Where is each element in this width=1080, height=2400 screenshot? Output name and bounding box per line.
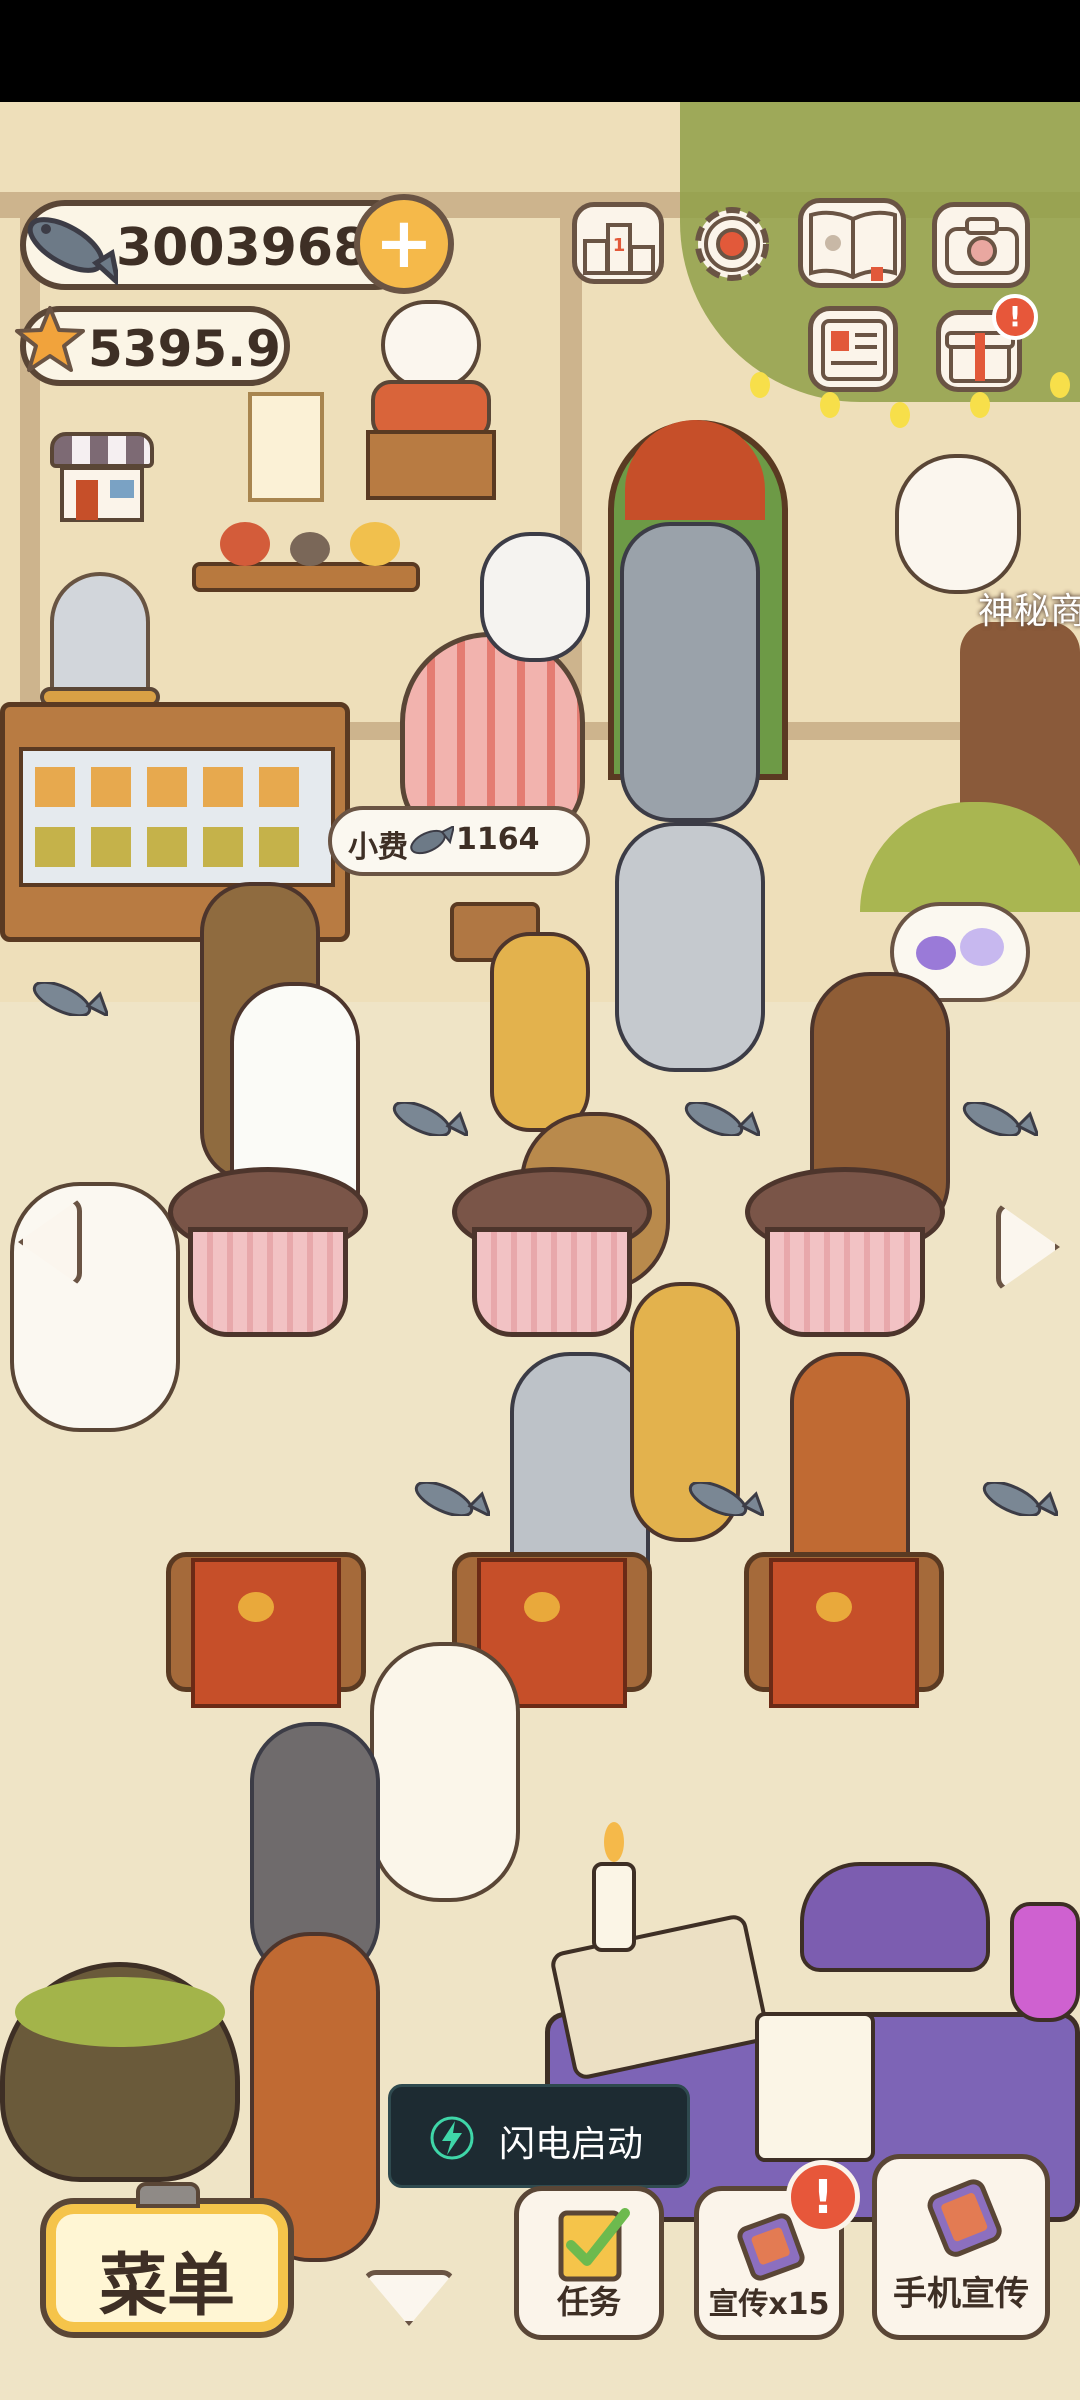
newspaper-button[interactable] xyxy=(808,306,898,392)
tip-fish[interactable] xyxy=(410,1482,490,1516)
tip-fish[interactable] xyxy=(978,1482,1058,1516)
exclamation-icon: ! xyxy=(1008,300,1022,333)
top-black-bar xyxy=(0,0,1080,102)
phone-promotion-button[interactable]: 手机宣传 xyxy=(872,2154,1050,2340)
chef-cat[interactable] xyxy=(370,1642,520,1902)
tree-cat[interactable] xyxy=(895,454,1021,594)
ranking-button[interactable]: 1 xyxy=(572,202,664,284)
waiting-animal-hyena[interactable] xyxy=(490,932,590,1132)
lucky-cat-statue xyxy=(366,300,496,500)
cafe-table-1[interactable] xyxy=(168,1167,368,1347)
star-icon xyxy=(15,306,85,372)
cafe-table-2[interactable] xyxy=(452,1167,652,1347)
daruma-figures xyxy=(220,522,400,566)
tip-label: 小费 xyxy=(348,830,408,865)
camera-button[interactable] xyxy=(932,202,1030,288)
wall-shelf xyxy=(192,562,420,592)
candle xyxy=(592,1822,636,1952)
collection-book-button[interactable] xyxy=(798,198,906,288)
shop-stall-button[interactable] xyxy=(50,432,154,524)
add-fish-button[interactable]: + xyxy=(354,194,454,294)
witch-hat xyxy=(800,1862,990,1972)
promo-label: 宣传x15 xyxy=(708,2287,830,2322)
task-button[interactable]: 任务 xyxy=(514,2186,664,2340)
tip-value: 1164 xyxy=(456,822,540,857)
fish-icon xyxy=(410,826,454,855)
podium-icon: 1 xyxy=(583,223,655,275)
waiting-animal-husky[interactable] xyxy=(615,822,765,1072)
certificate-frame xyxy=(248,392,324,502)
tip-bubble: 小费 1164 xyxy=(328,806,590,876)
book-icon xyxy=(809,210,897,281)
menu-button[interactable]: 菜单 xyxy=(40,2182,294,2338)
potion-bottle xyxy=(1010,1902,1080,2022)
wall-beam xyxy=(20,212,40,732)
lightning-icon xyxy=(430,2116,474,2160)
string-lights xyxy=(740,362,1080,428)
exclamation-icon: ! xyxy=(812,2170,834,2224)
tip-fish[interactable] xyxy=(684,1482,764,1516)
phone-promo-icon xyxy=(927,2179,1002,2257)
game-scene: 小费 1164 神秘商 xyxy=(0,102,1080,2400)
scroll-paper xyxy=(755,2012,875,2162)
cafe-chair-3[interactable] xyxy=(744,1552,944,1722)
task-label: 任务 xyxy=(556,2283,621,2321)
waiter-cat[interactable] xyxy=(10,1182,180,1432)
waiting-animal-badger[interactable] xyxy=(480,532,590,662)
lightning-start-toast: 闪电启动 xyxy=(388,2084,690,2188)
fish-currency-value: 3003968 xyxy=(116,218,370,278)
camera-icon xyxy=(945,217,1019,275)
svg-text:1: 1 xyxy=(613,235,626,256)
tip-fish[interactable] xyxy=(28,982,108,1016)
tip-fish[interactable] xyxy=(680,1102,760,1136)
menu-clip xyxy=(136,2182,200,2208)
gear-icon xyxy=(695,207,769,281)
toast-text: 闪电启动 xyxy=(499,2124,644,2165)
fish-icon xyxy=(27,217,118,285)
newspaper-icon xyxy=(821,319,887,381)
star-rating-value: 5395.9 xyxy=(88,320,281,378)
waiting-animal-dog[interactable] xyxy=(620,522,760,822)
gift-alert-badge: ! xyxy=(992,294,1038,340)
mystery-shop-label[interactable]: 神秘商 xyxy=(978,582,1080,634)
cauldron xyxy=(0,1962,240,2182)
plus-icon: + xyxy=(374,202,434,284)
cafe-table-3[interactable] xyxy=(745,1167,945,1347)
cafe-chair-1[interactable] xyxy=(166,1552,366,1722)
tip-fish[interactable] xyxy=(388,1102,468,1136)
settings-gear-button[interactable] xyxy=(686,198,778,290)
tip-fish[interactable] xyxy=(958,1102,1038,1136)
phone-promo-label: 手机宣传 xyxy=(893,2274,1029,2314)
menu-label: 菜单 xyxy=(98,2247,235,2326)
promo-alert-badge: ! xyxy=(786,2160,860,2234)
